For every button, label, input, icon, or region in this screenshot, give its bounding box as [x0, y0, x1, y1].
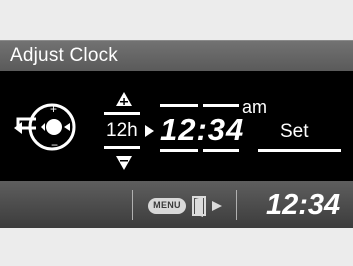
exit-door-icon[interactable]: [190, 193, 226, 219]
decrement-icon[interactable]: [116, 156, 132, 172]
status-divider: [236, 190, 237, 220]
hours-top-line: [160, 104, 198, 107]
svg-text:+: +: [50, 102, 57, 116]
status-clock: 12:34: [266, 189, 341, 221]
minutes-top-line: [203, 104, 239, 107]
display-screen: Adjust Clock + − 12h 12:34 am Set MENU 1…: [0, 0, 353, 266]
svg-text:−: −: [51, 138, 58, 152]
hours-underline: [160, 149, 198, 152]
set-underline: [258, 149, 341, 152]
minutes-underline: [203, 149, 239, 152]
arrow-right-icon: [145, 125, 154, 137]
set-button[interactable]: Set: [280, 121, 309, 143]
menu-label: MENU: [153, 200, 181, 210]
bottom-bezel: [0, 228, 353, 266]
meridiem-label[interactable]: am: [242, 97, 267, 118]
page-title: Adjust Clock: [10, 45, 118, 66]
spinner-bottom-line: [104, 146, 140, 149]
joystick-back-icon: + −: [14, 102, 76, 152]
menu-button-icon[interactable]: MENU: [148, 198, 186, 214]
increment-icon[interactable]: [116, 92, 132, 110]
top-bezel: [0, 0, 353, 40]
title-bar: Adjust Clock: [0, 40, 353, 71]
status-divider: [132, 190, 133, 220]
time-value[interactable]: 12:34: [160, 112, 244, 148]
spinner-top-line: [104, 112, 140, 115]
clock-mode[interactable]: 12h: [106, 120, 138, 142]
